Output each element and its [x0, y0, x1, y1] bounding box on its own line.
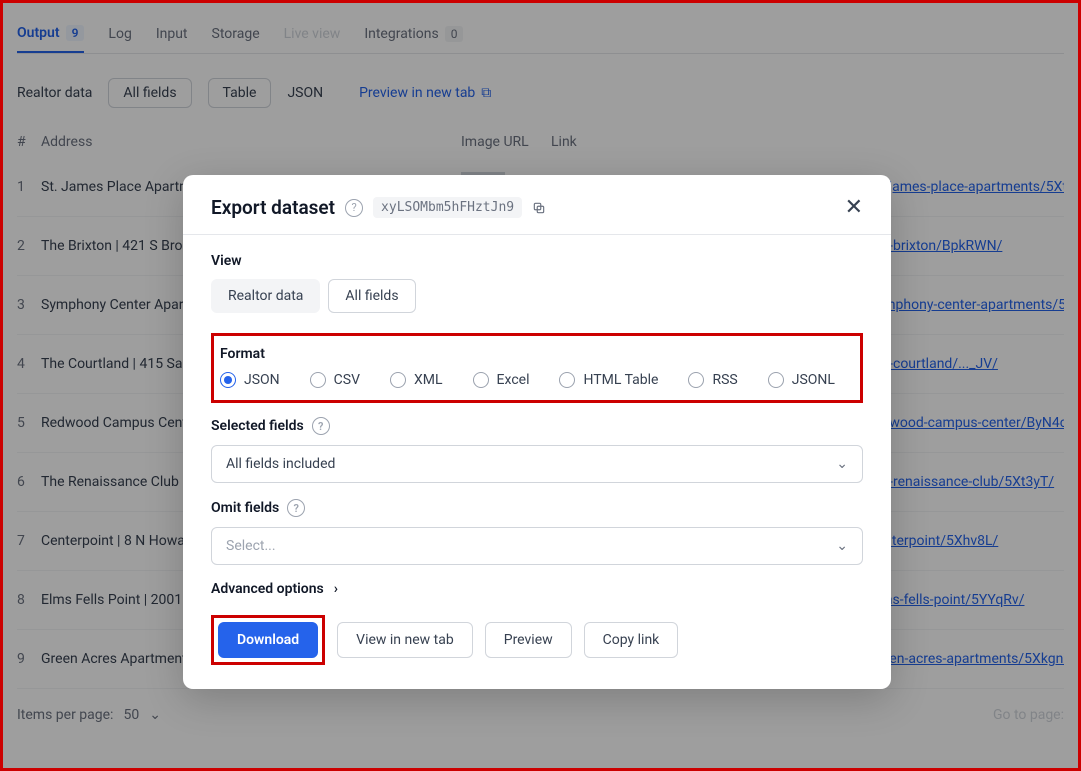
- format-rss[interactable]: RSS: [688, 372, 737, 388]
- modal-actions: Download View in new tab Preview Copy li…: [211, 615, 863, 665]
- radio-icon: [559, 372, 575, 388]
- selected-fields-select[interactable]: All fields included ⌄: [211, 445, 863, 483]
- radio-icon: [768, 372, 784, 388]
- format-csv-label: CSV: [334, 372, 360, 388]
- dataset-id-chip: xyLSOMbm5hFHztJn9: [373, 197, 522, 218]
- modal-body: View Realtor data All fields Format JSON…: [183, 235, 891, 689]
- download-highlight: Download: [211, 615, 325, 665]
- format-json-label: JSON: [244, 372, 280, 388]
- close-icon[interactable]: ✕: [845, 195, 863, 220]
- modal-header: Export dataset ? xyLSOMbm5hFHztJn9 ✕: [183, 175, 891, 235]
- chevron-down-icon: ⌄: [836, 456, 848, 472]
- modal-title: Export dataset: [211, 196, 335, 219]
- selected-fields-label: Selected fields?: [211, 417, 863, 435]
- format-jsonl-label: JSONL: [792, 372, 835, 388]
- view-in-new-tab-button[interactable]: View in new tab: [337, 622, 473, 658]
- format-rss-label: RSS: [712, 372, 737, 388]
- format-html-table[interactable]: HTML Table: [559, 372, 658, 388]
- download-button[interactable]: Download: [218, 622, 318, 658]
- chevron-down-icon: ⌄: [836, 538, 848, 554]
- omit-fields-label: Omit fields?: [211, 499, 863, 517]
- radio-icon: [390, 372, 406, 388]
- radio-icon: [473, 372, 489, 388]
- view-realtor-button[interactable]: Realtor data: [211, 279, 320, 313]
- radio-icon: [688, 372, 704, 388]
- copy-id-icon[interactable]: [532, 201, 546, 215]
- selected-fields-text: Selected fields: [211, 418, 304, 434]
- omit-fields-placeholder: Select...: [226, 538, 276, 554]
- preview-button[interactable]: Preview: [485, 622, 572, 658]
- format-html-label: HTML Table: [583, 372, 658, 388]
- advanced-label: Advanced options: [211, 581, 324, 597]
- format-radios: JSON CSV XML Excel HTML Table RSS JSONL: [220, 372, 854, 388]
- advanced-options-toggle[interactable]: Advanced options ›: [211, 581, 863, 597]
- radio-icon: [220, 372, 236, 388]
- format-jsonl[interactable]: JSONL: [768, 372, 835, 388]
- help-icon[interactable]: ?: [287, 499, 305, 517]
- view-buttons: Realtor data All fields: [211, 279, 863, 313]
- format-label: Format: [220, 346, 854, 362]
- chevron-right-icon: ›: [334, 581, 338, 597]
- help-icon[interactable]: ?: [345, 199, 363, 217]
- view-allfields-button[interactable]: All fields: [328, 279, 415, 313]
- format-xml[interactable]: XML: [390, 372, 443, 388]
- format-excel[interactable]: Excel: [473, 372, 530, 388]
- export-dataset-modal: Export dataset ? xyLSOMbm5hFHztJn9 ✕ Vie…: [183, 175, 891, 689]
- copy-link-button[interactable]: Copy link: [584, 622, 679, 658]
- radio-icon: [310, 372, 326, 388]
- format-excel-label: Excel: [497, 372, 530, 388]
- format-xml-label: XML: [414, 372, 443, 388]
- omit-fields-text: Omit fields: [211, 500, 279, 516]
- help-icon[interactable]: ?: [312, 417, 330, 435]
- format-section-highlighted: Format JSON CSV XML Excel HTML Table RSS…: [211, 333, 863, 403]
- selected-fields-value: All fields included: [226, 456, 335, 472]
- view-label: View: [211, 253, 863, 269]
- format-json[interactable]: JSON: [220, 372, 280, 388]
- omit-fields-select[interactable]: Select... ⌄: [211, 527, 863, 565]
- format-csv[interactable]: CSV: [310, 372, 360, 388]
